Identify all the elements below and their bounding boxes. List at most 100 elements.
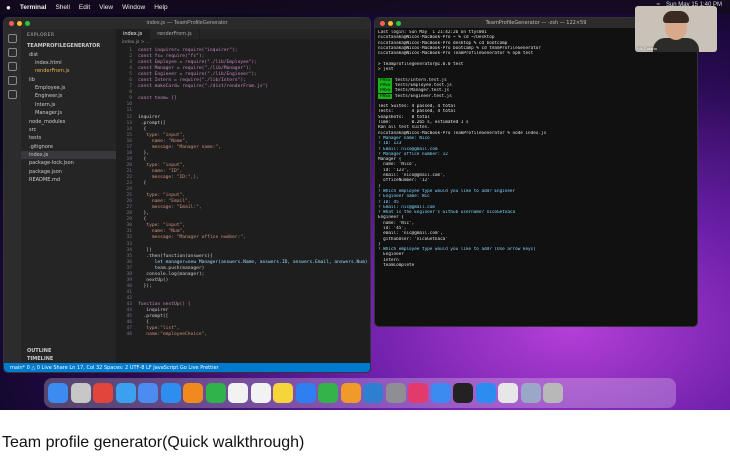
file-tree-item[interactable]: .gitignore	[21, 143, 116, 151]
menu-item-shell[interactable]: Shell	[55, 4, 69, 11]
vscode-icon[interactable]	[363, 383, 383, 403]
file-tree-item[interactable]: Employee.js	[21, 84, 116, 92]
launchpad-icon[interactable]	[70, 383, 91, 403]
terminal-maximize-button[interactable]	[396, 21, 401, 26]
appstore-icon[interactable]	[160, 383, 181, 403]
code-text: });	[138, 283, 152, 289]
file-tree-item[interactable]: src	[21, 126, 116, 134]
code-text: const makeCard= require("./dist/renderFr…	[138, 84, 268, 90]
code-text: message: "Manager name:",	[138, 144, 221, 150]
code-editor[interactable]: index.js renderFrom.js index.js > ... 1c…	[116, 29, 370, 363]
menu-item-help[interactable]: Help	[154, 4, 167, 11]
apple-icon[interactable]: ●	[6, 3, 11, 12]
line-number: 48	[126, 332, 132, 338]
minimize-window-button[interactable]	[17, 21, 22, 26]
presenter-hair	[663, 11, 689, 23]
activity-bar	[4, 29, 21, 363]
test-file: tests/Engineer.test.js	[392, 93, 452, 99]
file-tree-item[interactable]: tests	[21, 134, 116, 142]
code-text: const team= []	[138, 96, 177, 102]
terminal-icon[interactable]	[453, 383, 473, 403]
editor-tabs: index.js renderFrom.js	[116, 29, 370, 39]
downloads-icon[interactable]	[520, 383, 541, 403]
breadcrumb[interactable]: index.js > ...	[122, 40, 150, 45]
mac-menu-bar: ● Terminal Shell Edit View Window Help ≈…	[0, 0, 730, 14]
code-text: name:"employeeChoice",	[138, 332, 208, 338]
file-tree-item[interactable]: package.json	[21, 168, 116, 176]
facetime-icon[interactable]	[205, 383, 226, 403]
notes-icon[interactable]	[273, 383, 293, 403]
window-controls	[9, 21, 30, 26]
tab-index-js[interactable]: index.js	[116, 29, 151, 39]
menu-app-name[interactable]: Terminal	[20, 4, 47, 11]
code-text: {	[138, 181, 147, 187]
file-tree-item[interactable]: dist	[21, 50, 116, 58]
menu-item-edit[interactable]: Edit	[79, 4, 90, 11]
keynote-icon[interactable]	[295, 383, 316, 403]
settings-icon[interactable]	[385, 383, 406, 403]
presenter-name: Nic Catano	[637, 46, 657, 51]
terminal-title: TeamProfileGenerator — -zsh — 122×59	[485, 20, 587, 26]
preview-icon[interactable]	[498, 383, 518, 403]
pass-badge: PASS	[378, 88, 393, 94]
debug-icon[interactable]	[8, 76, 17, 85]
file-tree-item[interactable]: Engineer.js	[21, 92, 116, 100]
terminal-close-button[interactable]	[380, 21, 385, 26]
code-line[interactable]: 48 name:"employeeChoice",	[116, 332, 370, 338]
pages-icon[interactable]	[340, 383, 361, 403]
video-caption-area: Team profile generator(Quick walkthrough…	[0, 410, 730, 460]
terminal-line: teamComplete	[378, 263, 415, 269]
presenter-body	[653, 38, 699, 52]
menu-item-view[interactable]: View	[99, 4, 113, 11]
firefox-icon[interactable]	[183, 383, 203, 403]
tab-renderfrom-js[interactable]: renderFrom.js	[150, 29, 200, 39]
file-tree-item[interactable]: index.html	[21, 59, 116, 67]
trash-icon[interactable]	[543, 383, 563, 403]
terminal-minimize-button[interactable]	[388, 21, 393, 26]
explorer-icon[interactable]	[8, 34, 17, 43]
file-tree-item[interactable]: package-lock.json	[21, 159, 116, 167]
source-control-icon[interactable]	[8, 62, 17, 71]
test-file: tests/Employee.test.js	[392, 82, 452, 88]
zoom-icon[interactable]	[475, 383, 496, 403]
vscode-title-bar: index.js — TeamProfileGenerator	[4, 18, 370, 29]
vscode-window: index.js — TeamProfileGenerator EXPLORER…	[3, 17, 371, 373]
explorer-header: EXPLORER	[27, 33, 55, 38]
file-tree-item[interactable]: README.md	[21, 176, 116, 184]
numbers-icon[interactable]	[318, 383, 338, 403]
calendar-icon[interactable]	[228, 383, 248, 403]
reminders-icon[interactable]	[250, 383, 271, 403]
screen-recording: ● Terminal Shell Edit View Window Help ≈…	[0, 0, 730, 410]
status-bar[interactable]: main* 0 △ 0 Live Share Ln 17, Col 32 Spa…	[4, 363, 370, 372]
slack-icon[interactable]	[408, 383, 428, 403]
terminal-window[interactable]: TeamProfileGenerator — -zsh — 122×59 Las…	[374, 17, 698, 327]
maximize-window-button[interactable]	[25, 21, 30, 26]
file-tree-item[interactable]: Manager.js	[21, 109, 116, 117]
explorer-root[interactable]: TEAMPROFILEGENERATOR	[21, 42, 116, 50]
explorer-panel: EXPLORER TEAMPROFILEGENERATOR dist index.…	[21, 29, 116, 363]
webcam-overlay: Nic Catano	[635, 6, 717, 52]
search-icon[interactable]	[8, 48, 17, 57]
file-tree-item[interactable]: index.js	[21, 150, 116, 160]
finder-icon[interactable]	[48, 383, 68, 403]
code-text: message: "ID:",},	[138, 174, 199, 180]
pass-badge: PASS	[378, 77, 393, 83]
safari-icon[interactable]	[115, 383, 136, 403]
code-lines[interactable]: 1 const inquirer= require("inquirer"); 2 co…	[116, 48, 370, 338]
extensions-icon[interactable]	[8, 90, 17, 99]
test-file: tests/Manager.test.js	[392, 88, 450, 94]
terminal-output[interactable]: Last login: Sun May 1 21:42:26 on ttys00…	[378, 30, 696, 268]
menu-item-window[interactable]: Window	[122, 4, 145, 11]
mail-icon[interactable]	[138, 383, 158, 403]
chrome-icon[interactable]	[93, 383, 113, 403]
file-tree-item[interactable]: Intern.js	[21, 101, 116, 109]
pass-badge: PASS	[378, 93, 393, 99]
mac-dock	[44, 378, 676, 408]
finder2-icon[interactable]	[430, 383, 451, 403]
file-tree-item[interactable]: renderFrom.js	[21, 67, 116, 75]
file-tree-item[interactable]: node_modules	[21, 117, 116, 125]
close-window-button[interactable]	[9, 21, 14, 26]
video-title: Team profile generator(Quick walkthrough…	[2, 434, 305, 451]
file-tree-item[interactable]: lib	[21, 76, 116, 84]
code-text: message: "Manager office number:",	[138, 235, 246, 241]
